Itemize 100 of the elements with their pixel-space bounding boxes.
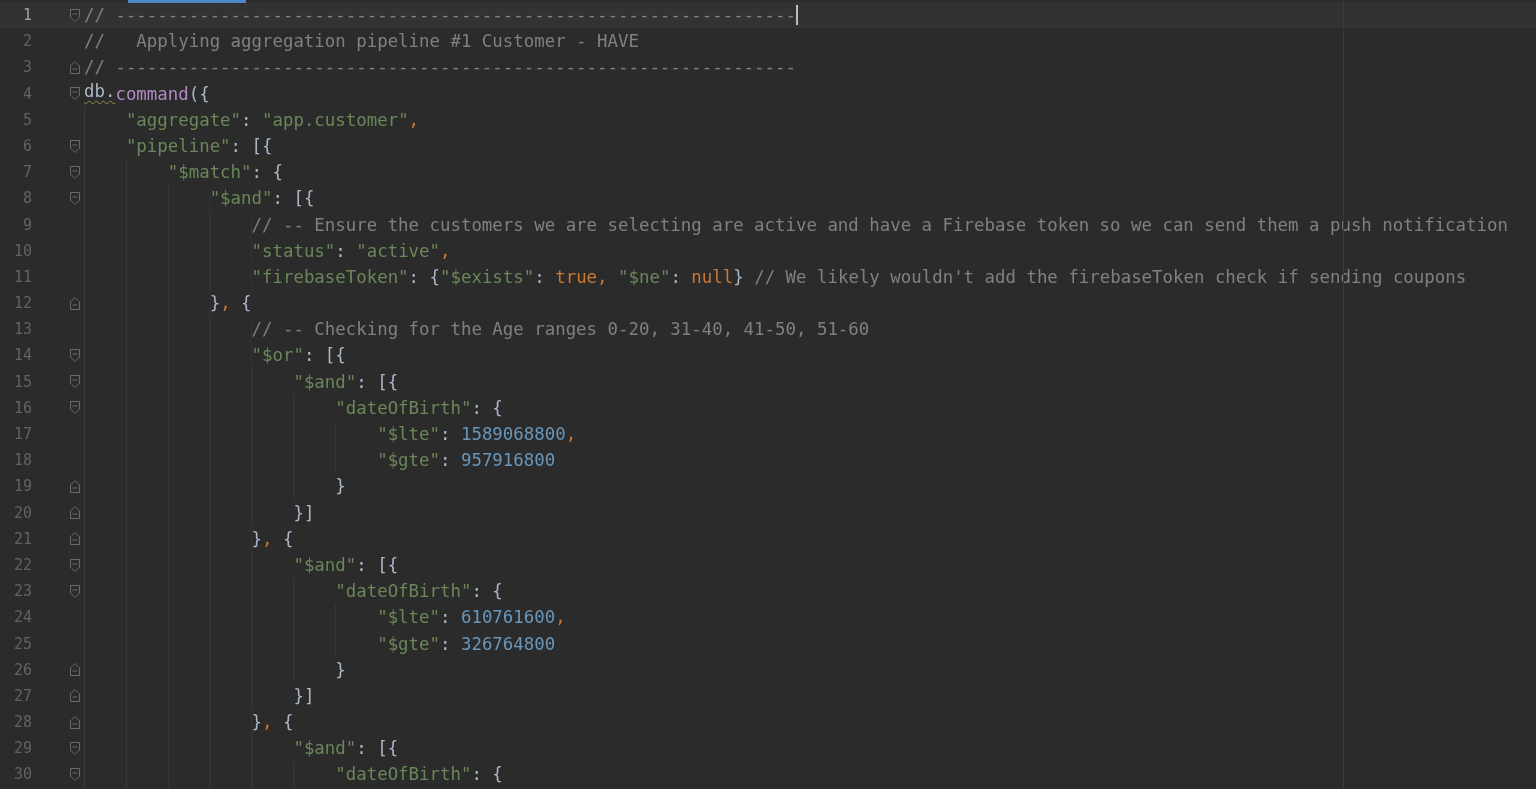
fold-marker-icon[interactable] <box>70 663 80 677</box>
json-key: "$match" <box>167 159 252 186</box>
code-punctuation: : { <box>251 161 283 185</box>
line-number: 16 <box>12 397 32 419</box>
code-punctuation: { <box>282 711 294 735</box>
number-literal: 957916800 <box>460 449 556 473</box>
fold-marker-icon[interactable] <box>70 60 80 74</box>
code-comment: // Applying aggregation pipeline #1 Customer - HAVE <box>84 30 639 54</box>
line-number: 7 <box>21 162 32 184</box>
json-key: "$and" <box>293 735 357 762</box>
line-number: 23 <box>12 581 32 603</box>
line-number: 4 <box>21 83 32 105</box>
json-key: "$lte" <box>377 421 440 448</box>
fold-marker-icon[interactable] <box>70 741 80 755</box>
fold-marker-icon[interactable] <box>70 375 80 389</box>
fold-marker-icon[interactable] <box>70 349 80 363</box>
code-punctuation: , <box>555 606 566 630</box>
fold-marker-icon[interactable] <box>70 532 80 546</box>
code-punctuation: , <box>220 292 232 316</box>
text-cursor <box>795 5 798 26</box>
fold-marker-icon[interactable] <box>70 768 80 782</box>
code-punctuation: : [{ <box>356 370 399 394</box>
code-punctuation: ({ <box>188 82 210 106</box>
line-number: 6 <box>21 135 32 157</box>
code-punctuation: { <box>241 292 252 316</box>
fold-marker-icon[interactable] <box>70 165 80 179</box>
json-key: "aggregate" <box>125 106 242 133</box>
keyword: true <box>555 265 598 289</box>
code-punctuation: , <box>440 239 451 263</box>
line-number: 28 <box>12 712 32 734</box>
json-key: "$lte" <box>377 604 440 631</box>
keyword: null <box>691 265 734 289</box>
method-name: command <box>115 82 189 106</box>
code-punctuation: } <box>335 658 346 682</box>
code-punctuation: }] <box>293 501 315 525</box>
fold-marker-icon[interactable] <box>70 191 80 205</box>
number-literal: 326764800 <box>460 632 556 656</box>
json-key: "$ne" <box>618 263 671 291</box>
code-comment: // We likely wouldn't add the firebaseToken check if sending coupons <box>753 265 1467 289</box>
line-number: 29 <box>12 738 32 760</box>
fold-marker-icon[interactable] <box>70 8 80 22</box>
json-key: "$gte" <box>377 630 440 657</box>
json-key: "$and" <box>293 551 357 579</box>
code-comment: // ----------------------------------------------------------------- <box>84 56 796 80</box>
code-punctuation: : [{ <box>356 553 399 577</box>
line-number: 14 <box>12 345 32 367</box>
line-number: 5 <box>21 109 32 131</box>
json-key: "$and" <box>293 368 357 395</box>
code-punctuation: { <box>282 527 294 551</box>
code-punctuation: : <box>670 265 682 289</box>
line-number: 26 <box>12 659 32 681</box>
code-punctuation: , <box>262 527 274 551</box>
code-punctuation: , <box>565 423 577 446</box>
json-key: "dateOfBirth" <box>335 761 472 788</box>
code-punctuation: : [{ <box>230 134 273 158</box>
identifier: db. <box>84 80 116 103</box>
line-number: 13 <box>12 319 32 341</box>
fold-marker-icon[interactable] <box>70 715 80 729</box>
fold-marker-icon[interactable] <box>70 584 80 598</box>
fold-marker-icon[interactable] <box>70 139 80 153</box>
code-comment: // -- Checking for the Age ranges 0-20, 31-40, 41-50, 51-60 <box>251 318 870 342</box>
fold-marker-icon[interactable] <box>70 689 80 703</box>
json-key: "dateOfBirth" <box>335 394 472 421</box>
code-punctuation: , <box>408 108 420 132</box>
code-punctuation: : <box>440 423 452 446</box>
code-punctuation: : { <box>471 580 503 604</box>
json-key: "dateOfBirth" <box>335 578 472 605</box>
code-punctuation: : { <box>471 763 503 787</box>
line-number: 10 <box>12 240 32 262</box>
line-number: 18 <box>12 450 32 472</box>
line-number: 12 <box>12 293 32 315</box>
code-punctuation: } <box>251 711 262 735</box>
code-editor[interactable] <box>0 0 1536 789</box>
line-number: 1 <box>21 5 32 26</box>
line-number: 2 <box>21 31 32 53</box>
line-number: 21 <box>12 528 32 550</box>
number-literal: 1589068800 <box>460 423 566 446</box>
line-number: 27 <box>12 685 32 707</box>
fold-marker-icon[interactable] <box>70 558 80 572</box>
line-number: 11 <box>12 266 32 288</box>
line-number: 9 <box>21 214 32 236</box>
string-literal: "app.customer" <box>262 108 409 132</box>
json-key: "$and" <box>209 185 273 212</box>
code-punctuation: : [{ <box>272 187 315 211</box>
fold-marker-icon[interactable] <box>70 296 80 310</box>
fold-marker-icon[interactable] <box>70 401 80 415</box>
fold-marker-icon[interactable] <box>70 506 80 520</box>
json-key: "status" <box>251 237 336 264</box>
code-punctuation: , <box>262 711 274 735</box>
fold-marker-icon[interactable] <box>70 479 80 493</box>
code-punctuation: : <box>534 265 546 289</box>
line-number: 30 <box>12 764 32 786</box>
line-number: 25 <box>12 633 32 655</box>
json-key: "$or" <box>251 342 304 369</box>
code-punctuation: } <box>733 265 744 289</box>
code-punctuation: } <box>251 527 262 551</box>
code-punctuation: }] <box>293 684 315 708</box>
json-key: "pipeline" <box>125 132 231 160</box>
line-number: 17 <box>12 424 32 445</box>
fold-marker-icon[interactable] <box>70 87 80 101</box>
